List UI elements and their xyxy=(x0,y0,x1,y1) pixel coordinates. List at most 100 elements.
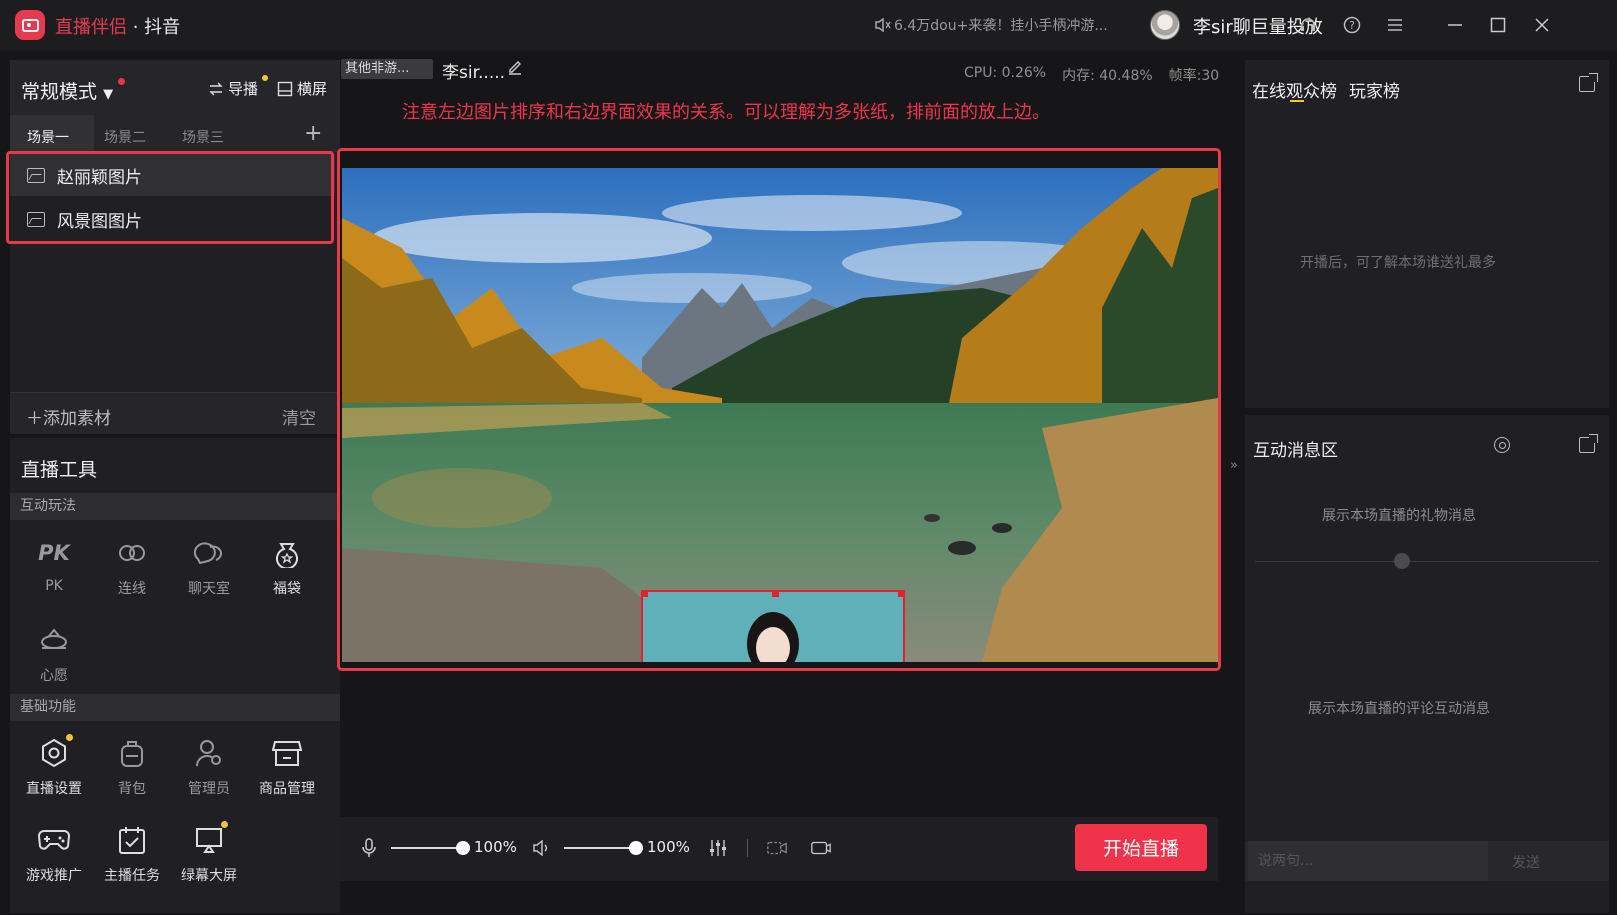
tab-scene-1[interactable]: 场景一 xyxy=(27,127,69,147)
add-material-bar: ＋添加素材 清空 xyxy=(10,392,341,434)
link-icon xyxy=(115,536,149,570)
tool-label: 福袋 xyxy=(273,581,301,597)
help-icon[interactable]: ? xyxy=(1341,14,1363,36)
app-subtitle: · 抖音 xyxy=(127,17,181,38)
edit-icon[interactable] xyxy=(507,59,523,79)
landscape-button[interactable]: 横屏 xyxy=(277,78,327,99)
mic-volume-knob[interactable] xyxy=(456,841,470,855)
guide-button[interactable]: 导播 xyxy=(208,78,258,99)
popout-icon[interactable] xyxy=(1579,434,1598,453)
tab-scene-2[interactable]: 场景二 xyxy=(104,127,146,147)
add-scene-icon[interactable]: + xyxy=(304,121,322,146)
mic-volume-slider[interactable] xyxy=(391,847,463,849)
resize-handle[interactable] xyxy=(772,592,779,597)
ranking-panel: 在线观众榜 玩家榜 开播后，可了解本场谁送礼最多 xyxy=(1245,60,1609,408)
speaker-notice-icon xyxy=(875,18,891,32)
tab-players[interactable]: 玩家榜 xyxy=(1349,77,1400,102)
divider-drag-handle[interactable] xyxy=(1394,553,1410,569)
screen-icon xyxy=(192,821,228,857)
comment-input-row: 发送 xyxy=(1245,841,1609,881)
tool-live-settings[interactable]: 直播设置 xyxy=(20,734,88,806)
interaction-panel: 互动消息区 展示本场直播的礼物消息 展示本场直播的评论互动消息 发送 xyxy=(1245,415,1609,913)
start-live-button[interactable]: 开始直播 xyxy=(1075,824,1207,871)
mixer-icon[interactable] xyxy=(707,837,729,859)
svg-text:?: ? xyxy=(1349,19,1355,32)
speaker-volume-slider[interactable] xyxy=(564,847,636,849)
send-button[interactable]: 发送 xyxy=(1512,852,1540,872)
resize-handle[interactable] xyxy=(643,592,648,597)
tool-label: 游戏推广 xyxy=(26,868,82,884)
caret-down-icon: ▼ xyxy=(103,87,114,102)
minimize-icon[interactable] xyxy=(1444,14,1466,36)
tool-wish[interactable]: 心愿 xyxy=(20,623,88,693)
preview-canvas[interactable] xyxy=(342,168,1218,662)
scene-category-chip[interactable]: 其他非游... xyxy=(341,59,433,79)
ranking-empty-text: 开播后，可了解本场谁送礼最多 xyxy=(1300,255,1496,271)
tab-scene-3[interactable]: 场景三 xyxy=(182,127,224,147)
app-title: 直播伴侣 · 抖音 xyxy=(55,13,180,39)
tool-label: 商品管理 xyxy=(259,781,315,797)
mode-notify-dot xyxy=(118,78,125,85)
tool-backpack[interactable]: 背包 xyxy=(98,736,166,806)
tool-label: 绿幕大屏 xyxy=(181,868,237,884)
title-bar: 直播伴侣 · 抖音 6.4万dou+来袭！挂小手柄冲游... 李sir聊巨量投放… xyxy=(0,0,1617,50)
tool-products[interactable]: 商品管理 xyxy=(253,736,321,806)
tool-lucky-bag[interactable]: 福袋 xyxy=(253,536,321,606)
tool-admin[interactable]: 管理员 xyxy=(175,736,243,806)
promo-notice[interactable]: 6.4万dou+来袭！挂小手柄冲游... xyxy=(875,15,1108,35)
tool-host-tasks[interactable]: 主播任务 xyxy=(98,823,166,893)
pk-icon: PK xyxy=(38,541,70,565)
maximize-icon[interactable] xyxy=(1487,14,1509,36)
microphone-icon[interactable] xyxy=(358,837,380,859)
plus-icon: ＋ xyxy=(26,409,43,429)
menu-icon[interactable] xyxy=(1384,14,1406,36)
add-material-label: 添加素材 xyxy=(43,409,111,429)
clear-button[interactable]: 清空 xyxy=(282,404,316,429)
portrait-image xyxy=(643,592,903,662)
add-material-button[interactable]: ＋添加素材 xyxy=(26,404,111,429)
selected-image-box[interactable] xyxy=(641,590,905,662)
landscape-icon xyxy=(277,81,293,96)
interaction-title: 互动消息区 xyxy=(1253,441,1338,461)
collapse-right-icon[interactable]: » xyxy=(1230,458,1238,473)
store-icon xyxy=(270,736,304,770)
tool-game-promo[interactable]: 游戏推广 xyxy=(20,823,88,893)
close-icon[interactable] xyxy=(1531,14,1553,36)
tool-pk[interactable]: PK PK xyxy=(20,536,88,606)
tab-online-viewers[interactable]: 在线观众榜 xyxy=(1252,77,1337,102)
swap-icon xyxy=(209,82,223,95)
interactive-section-title: 互动玩法 xyxy=(10,493,341,520)
right-panel: 在线观众榜 玩家榜 开播后，可了解本场谁送礼最多 互动消息区 展示本场直播的礼物… xyxy=(1245,60,1609,913)
settings-icon[interactable] xyxy=(1494,437,1510,453)
landscape-label: 横屏 xyxy=(297,80,328,98)
tool-label: PK xyxy=(45,578,63,594)
bottom-control-bar: 100% 100% 开始直播 xyxy=(340,817,1218,881)
tool-chatroom[interactable]: 聊天室 xyxy=(175,536,243,606)
comment-input[interactable] xyxy=(1248,841,1488,881)
mode-selector[interactable]: 常规模式 ▼ xyxy=(21,77,113,104)
tool-label: 连线 xyxy=(118,581,146,597)
tool-label: 聊天室 xyxy=(188,581,230,597)
basic-section-title: 基础功能 xyxy=(10,694,341,721)
frame-rate: 帧率:30 xyxy=(1168,68,1220,84)
admin-icon xyxy=(192,736,226,770)
headset-icon[interactable] xyxy=(1297,14,1319,36)
mic-volume-value: 100% xyxy=(474,838,517,856)
scene-tabs: 场景一 场景二 场景三 + xyxy=(10,115,341,152)
tool-label: 心愿 xyxy=(40,668,68,684)
active-tab-underline xyxy=(1290,100,1304,102)
tool-link[interactable]: 连线 xyxy=(98,536,166,606)
source-highlight-box xyxy=(6,151,334,244)
tool-green-screen[interactable]: 绿幕大屏 xyxy=(175,821,243,893)
tool-label: 主播任务 xyxy=(104,868,160,884)
landscape-image xyxy=(342,168,1218,662)
popout-icon[interactable] xyxy=(1579,73,1598,92)
speaker-icon[interactable] xyxy=(531,837,553,859)
speaker-volume-knob[interactable] xyxy=(629,841,643,855)
system-stats: CPU: 0.26% 内存: 40.48% 帧率:30 xyxy=(964,65,1219,85)
camera-icon[interactable] xyxy=(810,837,832,859)
camera-switch-icon[interactable] xyxy=(766,837,788,859)
calendar-check-icon xyxy=(115,823,149,857)
user-avatar[interactable] xyxy=(1150,10,1180,40)
resize-handle[interactable] xyxy=(898,592,903,597)
